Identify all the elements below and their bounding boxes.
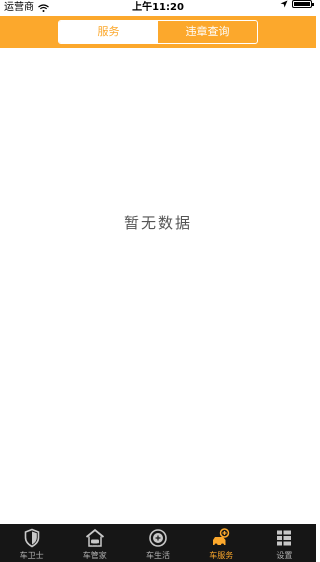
segmented-control: 服务 违章查询 bbox=[58, 20, 258, 44]
tab-label: 设置 bbox=[276, 551, 293, 560]
shield-icon bbox=[24, 528, 39, 548]
tab-settings[interactable]: 设置 bbox=[253, 524, 316, 562]
nav-bar: 服务 违章查询 bbox=[0, 16, 316, 48]
tab-label: 车管家 bbox=[82, 551, 107, 560]
settings-grid-icon bbox=[277, 530, 292, 546]
tab-label: 车服务 bbox=[209, 551, 234, 560]
life-icon bbox=[149, 529, 167, 547]
location-arrow-icon bbox=[280, 0, 288, 8]
tab-car-life[interactable]: 车生活 bbox=[126, 524, 189, 562]
status-right bbox=[280, 0, 314, 8]
content-area: 暂无数据 bbox=[0, 48, 316, 524]
tab-label: 车卫士 bbox=[19, 551, 44, 560]
segment-service[interactable]: 服务 bbox=[59, 21, 158, 43]
tab-car-butler[interactable]: 车管家 bbox=[63, 524, 126, 562]
status-bar: 运营商 上午11:20 bbox=[0, 0, 316, 16]
status-time: 上午11:20 bbox=[132, 2, 184, 13]
segment-violation-query[interactable]: 违章查询 bbox=[158, 21, 257, 43]
tab-label: 车生活 bbox=[146, 551, 170, 560]
tab-car-service[interactable]: 车服务 bbox=[190, 524, 253, 562]
tab-car-guard[interactable]: 车卫士 bbox=[0, 524, 63, 562]
battery-icon bbox=[292, 0, 314, 8]
garage-icon bbox=[85, 528, 104, 547]
tab-bar: 车卫士 车管家 车生活 车服务 设置 bbox=[0, 524, 316, 562]
car-service-icon bbox=[213, 528, 230, 547]
empty-state-text: 暂无数据 bbox=[123, 214, 192, 232]
